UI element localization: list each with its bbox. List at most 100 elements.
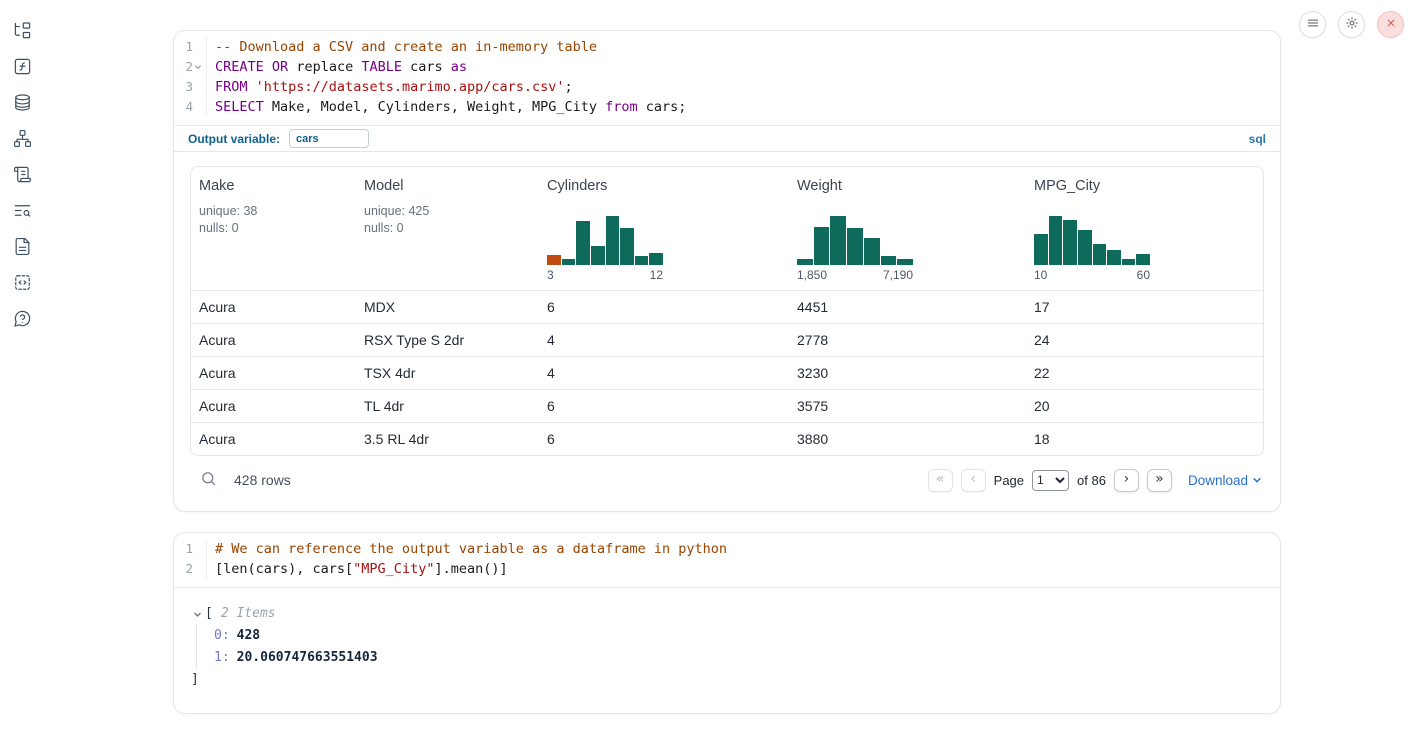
python-code-editor[interactable]: 1 # We can reference the output variable… [174, 533, 1280, 588]
items-count-label: 2 Items [221, 603, 276, 625]
hamburger-menu-icon [1306, 16, 1320, 33]
sql-cell: 1 -- Download a CSV and create an in-mem… [173, 30, 1281, 512]
column-header-mpg-city[interactable]: MPG_City 10 60 [1026, 167, 1263, 290]
sidebar-item-variables[interactable] [11, 58, 33, 78]
histogram-bar [814, 227, 830, 265]
table-header-row: Make unique: 38 nulls: 0 Model unique: 4… [191, 167, 1263, 290]
sql-keyword: FROM [215, 79, 248, 95]
histogram-bar [1034, 234, 1048, 265]
fold-chevron-icon[interactable] [193, 63, 203, 71]
histogram-bar [897, 259, 913, 265]
table-row[interactable]: AcuraTL 4dr6357520 [191, 389, 1263, 422]
sql-keyword: CREATE [215, 59, 264, 75]
python-comment: # We can reference the output variable a… [215, 541, 727, 557]
line-number: 2 [185, 57, 193, 77]
shutdown-button[interactable] [1377, 11, 1404, 38]
code-line: 2 [len(cars), cars["MPG_City"].mean()] [174, 559, 1280, 579]
sidebar-item-data-sources[interactable] [11, 94, 33, 114]
settings-button[interactable] [1338, 11, 1365, 38]
mpg-city-histogram: 10 60 [1034, 213, 1150, 282]
output-variable-input[interactable] [289, 129, 369, 148]
download-label: Download [1188, 473, 1248, 488]
sql-comment: -- Download a CSV and create an in-memor… [215, 39, 597, 55]
sql-keyword: SELECT [215, 99, 264, 115]
column-header-cylinders[interactable]: Cylinders 3 12 [539, 167, 789, 290]
search-icon [200, 475, 217, 490]
next-page-button[interactable]: › [1114, 469, 1139, 492]
table-row[interactable]: AcuraMDX6445117 [191, 290, 1263, 323]
download-button[interactable]: Download [1188, 473, 1262, 488]
close-icon [1384, 16, 1398, 33]
histogram-bar [606, 216, 620, 265]
table-row[interactable]: AcuraTSX 4dr4323022 [191, 356, 1263, 389]
tree-item-value: 428 [237, 628, 260, 643]
page-total-label: of 86 [1077, 473, 1106, 488]
weight-histogram: 1,850 7,190 [797, 213, 913, 282]
row-count: 428 rows [234, 472, 291, 488]
tree-item-key: 1: [214, 650, 230, 665]
notebook-menu-button[interactable] [1299, 11, 1326, 38]
table-row[interactable]: Acura3.5 RL 4dr6388018 [191, 422, 1263, 455]
histogram-bar [1093, 244, 1107, 265]
last-page-button[interactable]: » [1147, 469, 1172, 492]
gear-icon [1345, 16, 1359, 33]
sql-code-editor[interactable]: 1 -- Download a CSV and create an in-mem… [174, 31, 1280, 125]
sql-keyword: TABLE [361, 59, 402, 75]
sidebar-item-logs[interactable] [11, 166, 33, 186]
close-bracket: ] [191, 669, 1263, 691]
notebook-area: 1 -- Download a CSV and create an in-mem… [173, 30, 1281, 714]
histogram-bar [797, 259, 813, 265]
page-select[interactable]: 1 [1032, 470, 1069, 491]
histogram-bar [1107, 250, 1121, 265]
open-bracket: [ [205, 603, 213, 625]
table-row[interactable]: AcuraRSX Type S 2dr4277824 [191, 323, 1263, 356]
code-line: 1 # We can reference the output variable… [174, 539, 1280, 559]
column-title: MPG_City [1034, 178, 1255, 194]
hist-max-label: 12 [650, 268, 663, 282]
table-footer: 428 rows « ‹ Page 1 of 86 › » Download [190, 465, 1264, 495]
column-stat-unique: unique: 425 [364, 203, 531, 220]
column-stat-nulls: nulls: 0 [199, 220, 348, 237]
line-number: 2 [185, 559, 193, 579]
hist-min-label: 10 [1034, 268, 1047, 282]
column-header-weight[interactable]: Weight 1,850 7,190 [789, 167, 1026, 290]
histogram-bar [1078, 230, 1092, 265]
sidebar-item-file-explorer[interactable] [11, 22, 33, 42]
histogram-bar [881, 256, 897, 265]
sql-output-region: Make unique: 38 nulls: 0 Model unique: 4… [174, 152, 1280, 511]
histogram-bar [562, 259, 576, 265]
histogram-bar [1122, 259, 1136, 265]
python-cell: 1 # We can reference the output variable… [173, 532, 1281, 714]
line-number: 3 [185, 77, 193, 97]
tree-item-key: 0: [214, 628, 230, 643]
output-variable-label: Output variable: [188, 132, 280, 146]
code-line: 4 SELECT Make, Model, Cylinders, Weight,… [174, 97, 1280, 117]
page-label: Page [994, 473, 1024, 488]
sql-keyword: OR [272, 59, 288, 75]
code-snippet-icon [13, 273, 32, 295]
column-header-model[interactable]: Model unique: 425 nulls: 0 [356, 167, 539, 290]
column-header-make[interactable]: Make unique: 38 nulls: 0 [191, 167, 356, 290]
scroll-icon [13, 165, 32, 187]
sidebar-item-dependency-graph[interactable] [11, 130, 33, 150]
hist-min-label: 1,850 [797, 268, 827, 282]
cylinders-histogram: 3 12 [547, 213, 663, 282]
help-bubble-icon [13, 309, 32, 331]
tree-collapse-button[interactable] [191, 608, 204, 621]
pagination: « ‹ Page 1 of 86 › » Download [928, 469, 1262, 492]
histogram-bar [576, 221, 590, 265]
code-line: 3 FROM 'https://datasets.marimo.app/cars… [174, 77, 1280, 97]
column-title: Cylinders [547, 178, 781, 194]
sidebar-item-help[interactable] [11, 310, 33, 330]
histogram-bar [547, 255, 561, 265]
column-title: Weight [797, 178, 1018, 194]
table-search-button[interactable] [198, 470, 218, 490]
line-number: 1 [185, 37, 193, 57]
sidebar-item-tracebacks[interactable] [11, 202, 33, 222]
list-search-icon [13, 201, 32, 223]
prev-page-button[interactable]: ‹ [961, 469, 986, 492]
first-page-button[interactable]: « [928, 469, 953, 492]
sidebar-item-documentation[interactable] [11, 238, 33, 258]
language-badge: sql [1249, 132, 1266, 146]
sidebar-item-snippets[interactable] [11, 274, 33, 294]
